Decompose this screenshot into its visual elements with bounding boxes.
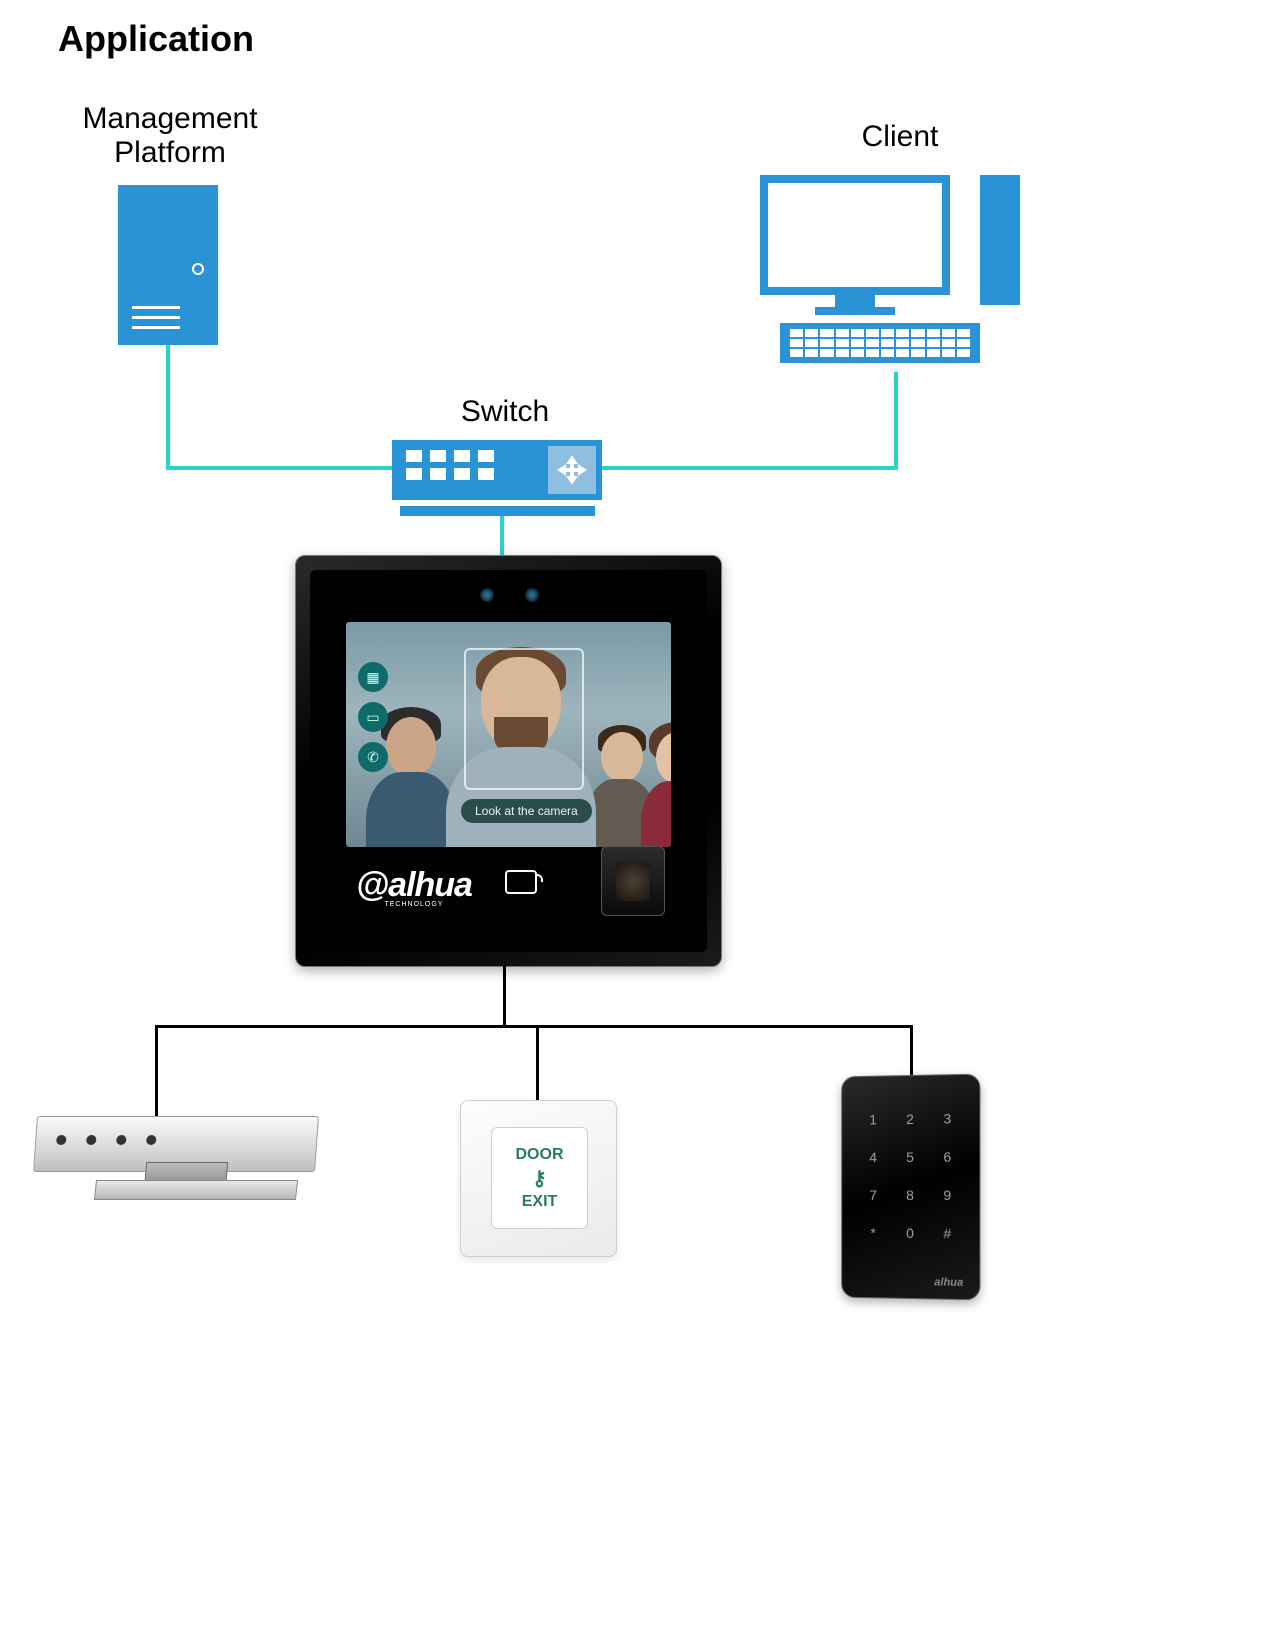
switch-ports-icon [406, 450, 494, 480]
client-pc-icon [760, 175, 1020, 375]
wire-client-down [894, 372, 898, 470]
magnetic-lock-icon [35, 1116, 325, 1236]
network-switch-icon [392, 440, 602, 500]
keypad-reader: 1 2 3 4 5 6 7 8 9 * 0 # alhua [841, 1074, 980, 1301]
screen-prompt: Look at the camera [461, 799, 592, 823]
key: 3 [936, 1103, 960, 1133]
person-icon [641, 707, 671, 847]
server-led-icon [192, 263, 204, 275]
face-detection-frame [464, 648, 584, 790]
wire-client-left [600, 466, 898, 470]
card-reader-icon [505, 870, 537, 894]
key: * [862, 1218, 885, 1248]
key: 6 [936, 1142, 960, 1172]
server-icon [118, 185, 218, 345]
keypad-keys: 1 2 3 4 5 6 7 8 9 * 0 # [862, 1103, 959, 1248]
wire-switch-terminal [500, 516, 504, 556]
keyboard-icon [780, 323, 980, 363]
switch-routing-icon [548, 446, 596, 494]
label-management-platform: Management Platform [60, 102, 280, 170]
exit-line2: EXIT [522, 1193, 558, 1211]
label-client: Client [820, 120, 980, 154]
wire-server-down [166, 345, 170, 470]
exit-line1: DOOR [516, 1146, 564, 1164]
door-exit-button: DOOR ⚷ EXIT [460, 1100, 617, 1257]
brand-logo: @alhua TECHNOLOGY [356, 866, 472, 908]
key: 7 [862, 1180, 885, 1210]
keypad-brand-logo: alhua [934, 1276, 963, 1289]
screen-menu-icon: ▦ [358, 662, 388, 692]
label-switch: Switch [445, 395, 565, 429]
switch-base-icon [400, 506, 595, 516]
screen-call-icon: ✆ [358, 742, 388, 772]
server-vent-icon [132, 299, 180, 329]
key: 9 [936, 1180, 960, 1210]
wire-to-exitbutton [536, 1025, 539, 1103]
monitor-icon [760, 175, 950, 295]
terminal-screen: ▦ ▭ ✆ Look at the camera [346, 622, 671, 847]
wire-terminal-down [503, 965, 506, 1025]
wire-server-right [166, 466, 394, 470]
key: 4 [862, 1142, 885, 1172]
key-icon: ⚷ [532, 1166, 547, 1191]
key: 0 [898, 1218, 921, 1248]
wire-bus-horizontal [155, 1025, 913, 1028]
key: # [936, 1218, 960, 1248]
key: 5 [898, 1142, 921, 1172]
fingerprint-reader-icon [601, 846, 665, 916]
screen-card-icon: ▭ [358, 702, 388, 732]
page-title: Application [58, 18, 254, 60]
camera-lens-icon [525, 588, 539, 602]
face-terminal: ▦ ▭ ✆ Look at the camera @alhua TECHNOLO… [295, 555, 722, 967]
pc-tower-icon [980, 175, 1020, 305]
diagram-page: Application Management Platform Client S… [0, 0, 1275, 1650]
camera-lens-icon [480, 588, 494, 602]
wire-to-maglock [155, 1025, 158, 1120]
exit-button-face: DOOR ⚷ EXIT [491, 1127, 588, 1229]
key: 2 [898, 1104, 921, 1134]
key: 1 [862, 1104, 885, 1134]
key: 8 [898, 1180, 921, 1210]
wire-to-keypad [910, 1025, 913, 1077]
